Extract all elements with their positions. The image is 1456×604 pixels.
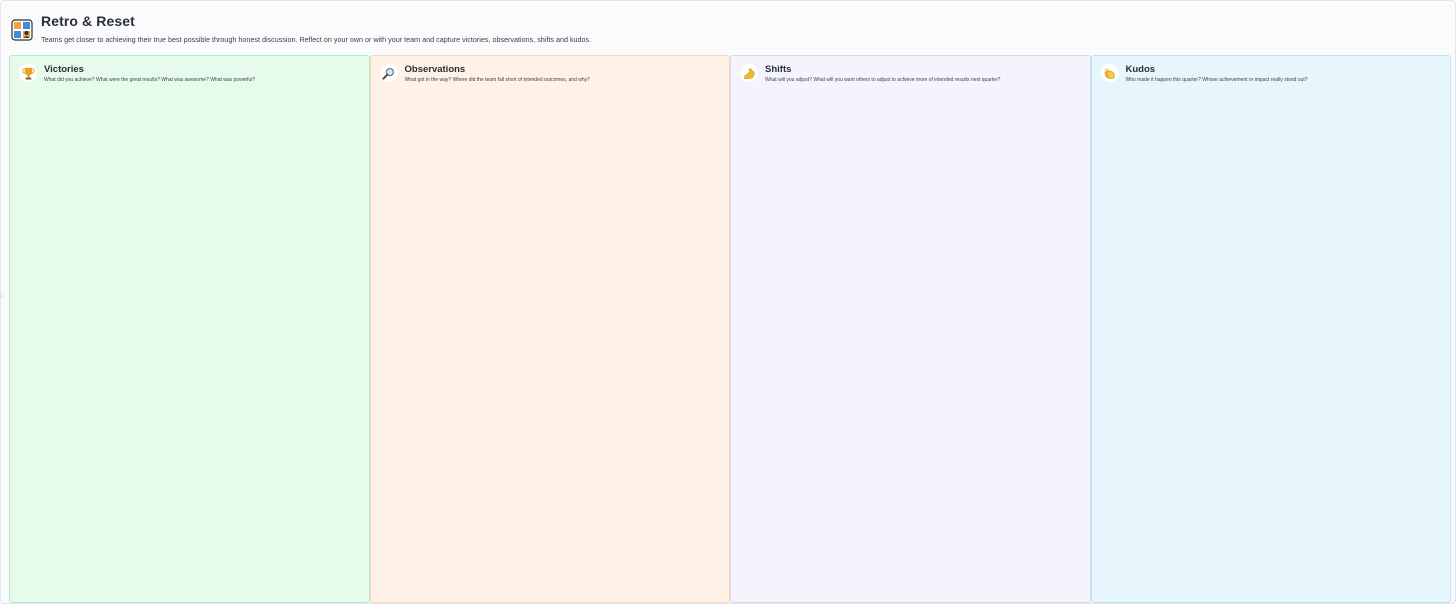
- column-title: Observations: [404, 64, 466, 75]
- column-title: Victories: [44, 64, 84, 75]
- column-shifts[interactable]: Shifts What will you adjust? What will y…: [730, 55, 1091, 603]
- page-subtitle: Teams get closer to achieving their true…: [41, 35, 592, 44]
- column-prompt: What will you adjust? What will you want…: [765, 77, 1001, 83]
- page-title: Retro & Reset: [41, 13, 135, 29]
- puzzle-team-icon: [11, 19, 33, 41]
- column-observations[interactable]: Observations What got in the way? Where …: [369, 55, 730, 603]
- flexed-arm-icon: [740, 64, 758, 82]
- column-prompt: What got in the way? Where did the team …: [404, 77, 590, 83]
- column-title: Kudos: [1125, 64, 1156, 75]
- trophy-icon: [19, 64, 37, 82]
- retro-columns: Victories What did you achieve? What wer…: [9, 55, 1451, 603]
- clapping-hands-icon: [1100, 64, 1119, 82]
- column-kudos[interactable]: Kudos Who made it happen this quarter? W…: [1090, 55, 1451, 603]
- resize-handle[interactable]: ⁞⁞: [1, 293, 7, 301]
- column-title: Shifts: [765, 64, 792, 75]
- column-prompt: Who made it happen this quarter? Whose a…: [1125, 77, 1308, 83]
- board-header: Retro & Reset Teams get closer to achiev…: [9, 11, 1447, 51]
- retro-board-frame: Retro & Reset Teams get closer to achiev…: [0, 0, 1456, 604]
- magnifier-icon: [379, 64, 398, 82]
- column-victories[interactable]: Victories What did you achieve? What wer…: [9, 55, 370, 603]
- column-prompt: What did you achieve? What were the grea…: [44, 77, 256, 83]
